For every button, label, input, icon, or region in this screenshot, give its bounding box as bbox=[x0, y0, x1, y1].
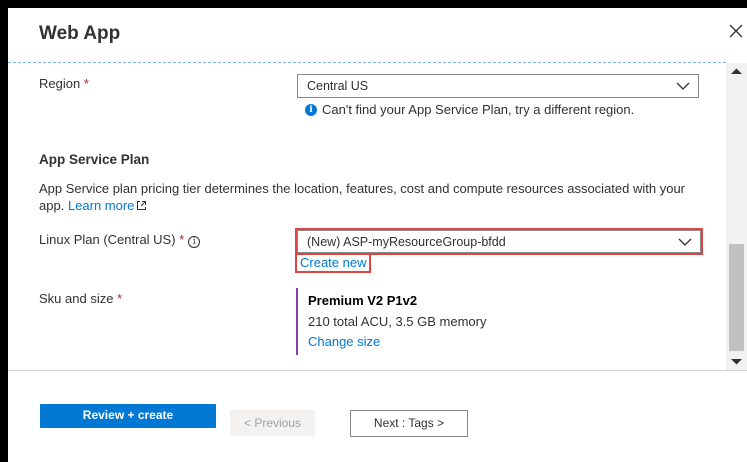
page-title: Web App bbox=[39, 23, 121, 44]
triangle-down-icon bbox=[731, 359, 742, 365]
region-select[interactable]: Central US bbox=[297, 74, 699, 98]
scroll-thumb[interactable] bbox=[729, 244, 744, 351]
region-info: i Can't find your App Service Plan, try … bbox=[305, 102, 634, 117]
region-label: Region * bbox=[39, 76, 89, 91]
footer-divider bbox=[8, 370, 747, 371]
info-circle-icon[interactable]: i bbox=[188, 236, 201, 248]
chevron-down-icon bbox=[676, 82, 690, 90]
linux-plan-select-value: (New) ASP-myResourceGroup-bfdd bbox=[307, 235, 506, 249]
sku-label: Sku and size * bbox=[39, 291, 123, 306]
web-app-panel: Web App Region * Central US i Can't find… bbox=[8, 8, 747, 462]
sku-name: Premium V2 P1v2 bbox=[308, 293, 418, 308]
review-create-button[interactable]: Review + create bbox=[40, 404, 216, 428]
chevron-down-icon bbox=[678, 238, 692, 246]
app-service-plan-heading: App Service Plan bbox=[39, 152, 150, 167]
scroll-down-button[interactable] bbox=[726, 353, 747, 370]
external-link-icon bbox=[137, 201, 147, 210]
form-content: Region * Central US i Can't find your Ap… bbox=[8, 63, 726, 370]
learn-more-link[interactable]: Learn more bbox=[68, 198, 147, 213]
app-service-plan-description: App Service plan pricing tier determines… bbox=[39, 181, 686, 213]
close-icon bbox=[729, 24, 743, 38]
sku-card: Premium V2 P1v2 210 total ACU, 3.5 GB me… bbox=[296, 288, 486, 355]
info-icon: i bbox=[305, 103, 317, 116]
scroll-up-button[interactable] bbox=[726, 63, 747, 80]
create-new-link[interactable]: Create new bbox=[294, 253, 372, 273]
linux-plan-select[interactable]: (New) ASP-myResourceGroup-bfdd bbox=[295, 228, 703, 255]
panel-header: Web App bbox=[8, 8, 747, 62]
close-button[interactable] bbox=[725, 20, 747, 42]
change-size-link[interactable]: Change size bbox=[308, 334, 486, 349]
previous-button[interactable]: < Previous bbox=[230, 410, 315, 436]
triangle-up-icon bbox=[731, 68, 742, 74]
region-select-value: Central US bbox=[307, 79, 369, 93]
scrollbar[interactable] bbox=[726, 63, 747, 370]
linux-plan-label: Linux Plan (Central US) * i bbox=[39, 232, 201, 248]
next-tags-button[interactable]: Next : Tags > bbox=[350, 410, 468, 437]
region-info-text: Can't find your App Service Plan, try a … bbox=[322, 102, 635, 117]
sku-spec: 210 total ACU, 3.5 GB memory bbox=[308, 314, 487, 329]
